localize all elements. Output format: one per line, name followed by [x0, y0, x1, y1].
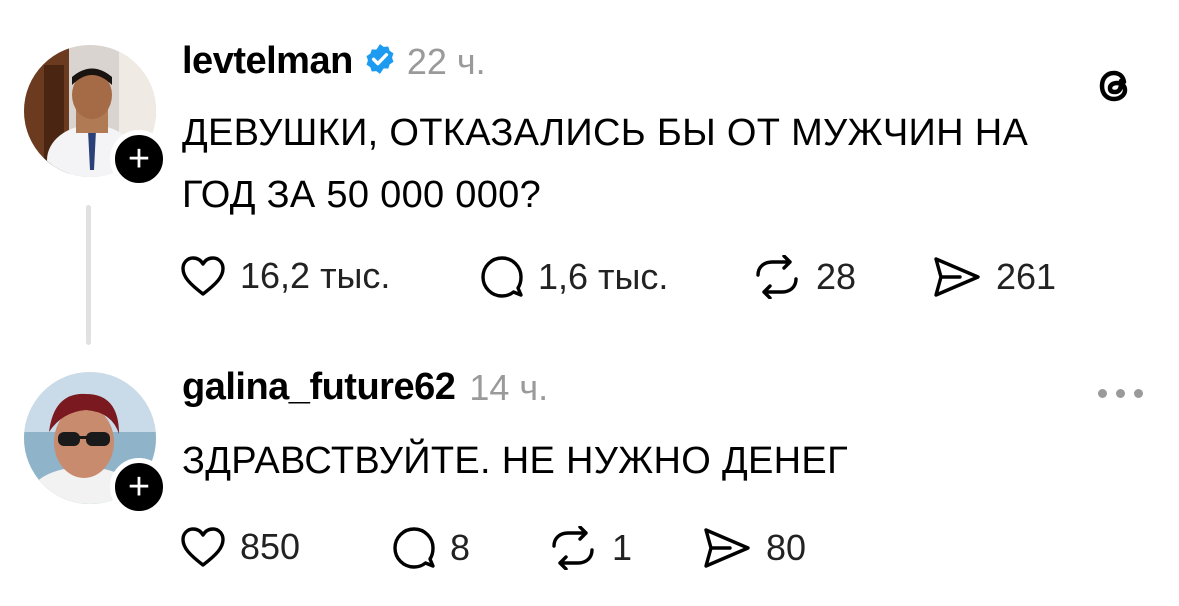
- post-text-line: ДЕВУШКИ, ОТКАЗАЛИСЬ БЫ ОТ МУЖЧИН НА: [182, 112, 1029, 154]
- reply-button[interactable]: 8: [392, 526, 470, 570]
- reply-count: 8: [450, 527, 471, 568]
- send-icon: [702, 526, 752, 570]
- repost-icon: [752, 255, 802, 299]
- heart-icon: [180, 526, 226, 568]
- reply-button[interactable]: 1,6 тыс.: [480, 255, 668, 299]
- verified-badge-icon: [363, 42, 397, 81]
- share-count: 80: [766, 527, 807, 568]
- like-button[interactable]: 850: [180, 526, 300, 568]
- repost-count: 1: [612, 527, 633, 568]
- thread-line: [86, 205, 91, 345]
- follow-plus-icon[interactable]: +: [110, 458, 168, 516]
- post-text-line: ГОД ЗА 50 000 000?: [182, 174, 542, 216]
- post-time: 22 ч.: [406, 40, 486, 82]
- follow-plus-icon[interactable]: +: [110, 130, 168, 188]
- repost-button[interactable]: 28: [752, 255, 856, 299]
- send-icon: [932, 255, 982, 299]
- comment-icon: [480, 255, 524, 299]
- like-count: 16,2 тыс.: [240, 255, 391, 296]
- post-time: 14 ч.: [469, 366, 549, 408]
- reply-count: 1,6 тыс.: [538, 256, 669, 297]
- repost-icon: [548, 526, 598, 570]
- post-username[interactable]: galina_future62: [182, 366, 456, 409]
- threads-logo-icon[interactable]: [1090, 62, 1138, 115]
- post-username[interactable]: levtelman: [182, 40, 353, 83]
- share-button[interactable]: 80: [702, 526, 806, 570]
- share-count: 261: [996, 256, 1057, 297]
- post-text-line: ЗДРАВСТВУЙТЕ. НЕ НУЖНО ДЕНЕГ: [182, 440, 848, 482]
- repost-count: 28: [816, 256, 857, 297]
- comment-icon: [392, 526, 436, 570]
- more-options-icon[interactable]: [1098, 389, 1143, 398]
- like-count: 850: [240, 526, 301, 567]
- share-button[interactable]: 261: [932, 255, 1056, 299]
- like-button[interactable]: 16,2 тыс.: [180, 255, 390, 297]
- heart-icon: [180, 255, 226, 297]
- repost-button[interactable]: 1: [548, 526, 632, 570]
